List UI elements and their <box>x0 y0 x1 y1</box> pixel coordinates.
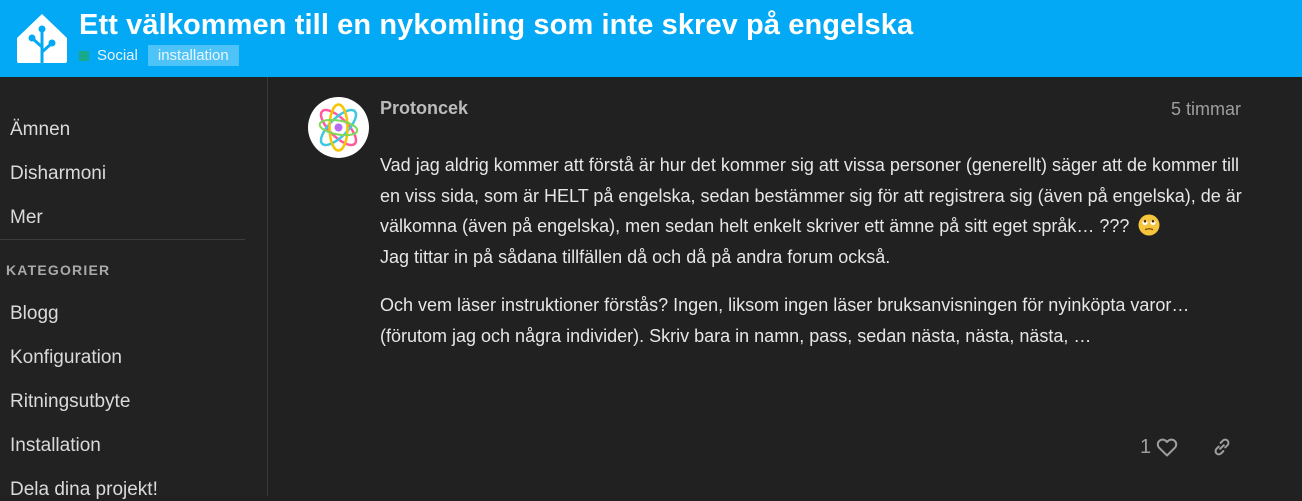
sidebar-categories-heading[interactable]: KATEGORIER <box>6 262 110 278</box>
sidebar-category-share-projects[interactable]: Dela dina projekt! <box>10 479 158 501</box>
link-icon[interactable] <box>1211 436 1233 458</box>
post-paragraph-2: Och vem läser instruktioner förstås? Ing… <box>380 295 1190 346</box>
topic-title[interactable]: Ett välkommen till en nykomling som inte… <box>79 9 913 42</box>
home-assistant-logo-icon[interactable] <box>14 11 70 65</box>
sidebar-category-blog[interactable]: Blogg <box>10 303 59 325</box>
post-actions: 1 <box>1140 435 1233 459</box>
author-avatar[interactable] <box>308 97 369 158</box>
face-with-rolling-eyes-icon <box>1138 214 1160 236</box>
colorful-atom-avatar-icon <box>318 103 359 152</box>
heart-icon[interactable] <box>1155 435 1179 459</box>
sidebar-divider <box>0 239 245 240</box>
sidebar-item-discord[interactable]: Disharmoni <box>10 163 106 185</box>
post-text-line-1: Vad jag aldrig kommer att förstå är hur … <box>380 155 1242 236</box>
category-link[interactable]: Social <box>97 47 138 64</box>
post-text-line-2: Jag tittar in på sådana tillfällen då oc… <box>380 246 891 267</box>
post-timestamp[interactable]: 5 timmar <box>1171 99 1241 120</box>
tag-installation[interactable]: installation <box>147 45 239 66</box>
sidebar-category-installation[interactable]: Installation <box>10 435 101 457</box>
post-body: Vad jag aldrig kommer att förstå är hur … <box>380 150 1260 369</box>
post-paragraph-1: Vad jag aldrig kommer att förstå är hur … <box>380 150 1260 272</box>
sidebar-category-configuration[interactable]: Konfiguration <box>10 347 122 369</box>
sidebar: Ämnen Disharmoni Mer KATEGORIER Blogg Ko… <box>0 77 268 500</box>
sidebar-item-topics[interactable]: Ämnen <box>10 119 70 141</box>
category-color-square <box>79 50 89 61</box>
post-author[interactable]: Protoncek <box>380 98 468 119</box>
topic-header: Ett välkommen till en nykomling som inte… <box>0 0 1302 77</box>
sidebar-item-more[interactable]: Mer <box>10 207 43 229</box>
topic-category-row: Social installation <box>79 45 239 66</box>
sidebar-category-blueprints[interactable]: Ritningsutbyte <box>10 391 130 413</box>
like-count[interactable]: 1 <box>1140 436 1151 459</box>
